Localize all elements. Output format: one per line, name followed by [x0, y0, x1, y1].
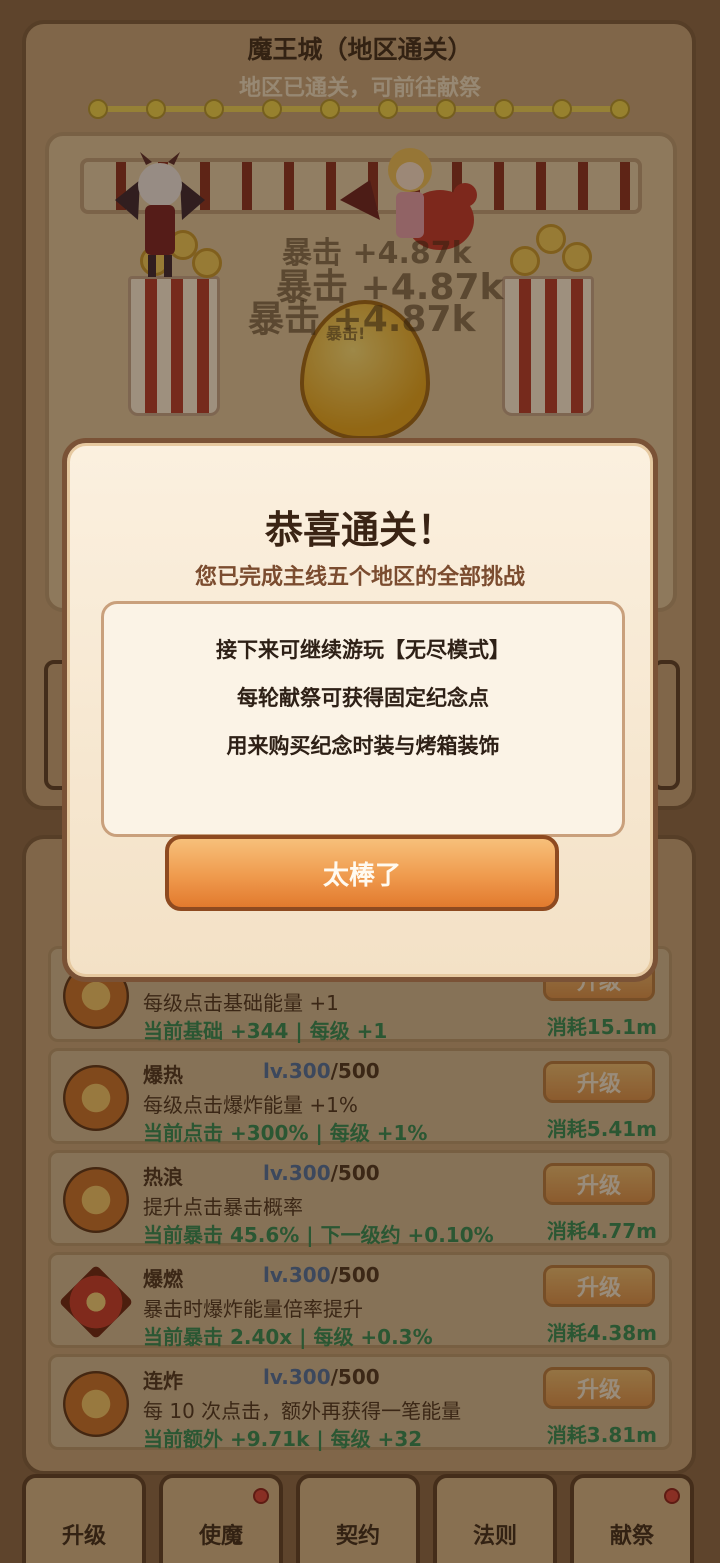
dialog-info-line: 用来购买纪念时装与烤箱装饰	[226, 734, 500, 758]
game-screen: 魔王城（地区通关） 地区已通关，可前往献祭 暴击 +4.87k 暴击 +4.87…	[0, 0, 720, 1563]
dialog-title: 恭喜通关！	[264, 508, 455, 552]
dialog-info-line: 每轮献祭可获得固定纪念点	[237, 686, 489, 710]
dialog-subtitle: 您已完成主线五个地区的全部挑战	[194, 565, 525, 590]
dialog-info-line: 接下来可继续游玩【无尽模式】	[216, 638, 510, 662]
confirm-button[interactable]: 太棒了	[165, 835, 559, 911]
clear-congrats-dialog: 恭喜通关！ 您已完成主线五个地区的全部挑战 接下来可继续游玩【无尽模式】 每轮献…	[62, 438, 658, 982]
dialog-info-box: 接下来可继续游玩【无尽模式】 每轮献祭可获得固定纪念点 用来购买纪念时装与烤箱装…	[101, 601, 625, 837]
